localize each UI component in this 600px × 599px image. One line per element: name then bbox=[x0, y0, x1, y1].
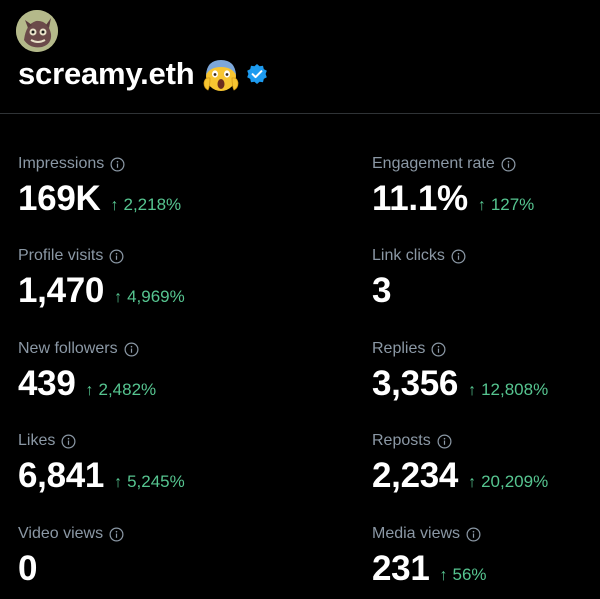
metric-value: 3 bbox=[372, 271, 392, 310]
info-icon[interactable] bbox=[431, 342, 446, 357]
metric-likes: Likes 6,841 ↑ 5,245% bbox=[18, 431, 288, 496]
metric-label: Replies bbox=[372, 340, 426, 357]
metric-value: 0 bbox=[18, 549, 38, 588]
info-icon[interactable] bbox=[451, 249, 466, 264]
avatar[interactable] bbox=[16, 10, 58, 52]
metric-profile-visits: Profile visits 1,470 ↑ 4,969% bbox=[18, 246, 288, 311]
metric-label: Profile visits bbox=[18, 247, 104, 264]
arrow-up-icon: ↑ bbox=[110, 197, 119, 214]
metric-label: Impressions bbox=[18, 155, 105, 172]
metric-change: ↑ 2,482% bbox=[85, 380, 157, 399]
metric-value: 439 bbox=[18, 364, 76, 403]
metric-engagement-rate: Engagement rate 11.1% ↑ 127% bbox=[372, 154, 600, 219]
arrow-up-icon: ↑ bbox=[477, 197, 486, 214]
arrow-up-icon: ↑ bbox=[468, 382, 477, 399]
metric-value: 231 bbox=[372, 549, 430, 588]
metric-label: Engagement rate bbox=[372, 155, 495, 172]
metric-label: Link clicks bbox=[372, 247, 445, 264]
metric-label: Media views bbox=[372, 525, 461, 542]
metric-value: 2,234 bbox=[372, 456, 459, 495]
metric-link-clicks: Link clicks 3 bbox=[372, 246, 600, 311]
metric-value: 169K bbox=[18, 179, 101, 218]
metric-reposts: Reposts 2,234 ↑ 20,209% bbox=[372, 431, 600, 496]
info-icon[interactable] bbox=[501, 157, 516, 172]
avatar-image bbox=[16, 10, 58, 52]
arrow-up-icon: ↑ bbox=[114, 474, 123, 491]
metric-video-views: Video views 0 bbox=[18, 524, 288, 589]
metric-replies: Replies 3,356 ↑ 12,808% bbox=[372, 339, 600, 404]
info-icon[interactable] bbox=[437, 434, 452, 449]
metric-value: 11.1% bbox=[372, 179, 468, 218]
arrow-up-icon: ↑ bbox=[468, 474, 477, 491]
metric-value: 3,356 bbox=[372, 364, 459, 403]
metric-new-followers: New followers 439 ↑ 2,482% bbox=[18, 339, 288, 404]
verified-badge-icon[interactable] bbox=[246, 63, 268, 85]
arrow-up-icon: ↑ bbox=[439, 567, 448, 584]
profile-header: screamy.eth bbox=[0, 0, 600, 114]
metric-value: 6,841 bbox=[18, 456, 105, 495]
header-divider bbox=[0, 113, 600, 114]
metric-media-views: Media views 231 ↑ 56% bbox=[372, 524, 600, 589]
metric-change: ↑ 127% bbox=[477, 195, 535, 214]
metric-label: Reposts bbox=[372, 432, 431, 449]
metric-change: ↑ 4,969% bbox=[114, 287, 185, 306]
info-icon[interactable] bbox=[109, 527, 124, 542]
info-icon[interactable] bbox=[109, 249, 124, 264]
metric-change: ↑ 12,808% bbox=[468, 380, 549, 399]
info-icon[interactable] bbox=[124, 342, 139, 357]
display-name-row: screamy.eth bbox=[18, 54, 268, 94]
metric-change: ↑ 20,209% bbox=[468, 472, 549, 491]
arrow-up-icon: ↑ bbox=[85, 382, 94, 399]
info-icon[interactable] bbox=[110, 157, 125, 172]
metric-change: ↑ 5,245% bbox=[114, 472, 185, 491]
metric-impressions: Impressions 169K ↑ 2,218% bbox=[18, 154, 288, 219]
screaming-face-emoji-icon bbox=[204, 60, 239, 91]
metric-label: Likes bbox=[18, 432, 56, 449]
display-name[interactable]: screamy.eth bbox=[18, 56, 195, 92]
metric-change: ↑ 56% bbox=[439, 565, 487, 584]
metric-change: ↑ 2,218% bbox=[110, 195, 182, 214]
metric-value: 1,470 bbox=[18, 271, 105, 310]
info-icon[interactable] bbox=[61, 434, 76, 449]
info-icon[interactable] bbox=[466, 527, 481, 542]
metric-label: New followers bbox=[18, 340, 118, 357]
arrow-up-icon: ↑ bbox=[114, 289, 123, 306]
metric-label: Video views bbox=[18, 525, 104, 542]
